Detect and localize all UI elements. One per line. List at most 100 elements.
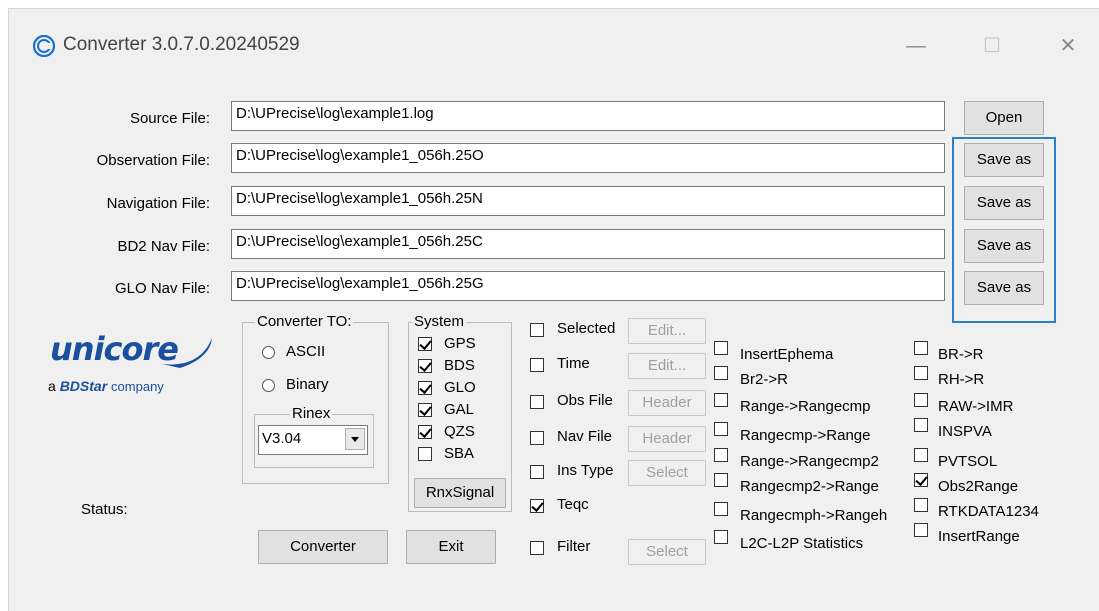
system-label: QZS bbox=[444, 423, 475, 440]
option-checkbox[interactable] bbox=[530, 395, 544, 409]
col2-label: InsertRange bbox=[938, 528, 1020, 545]
col2-label: INSPVA bbox=[938, 423, 992, 440]
col2-checkbox[interactable] bbox=[914, 393, 928, 407]
col1-checkbox[interactable] bbox=[714, 341, 728, 355]
title-bar: Converter 3.0.7.0.20240529 — ☐ ✕ bbox=[9, 9, 1099, 83]
open-button[interactable]: Open bbox=[964, 101, 1044, 135]
file-label: Observation File: bbox=[96, 152, 210, 169]
file-label: Navigation File: bbox=[106, 195, 210, 212]
option-checkbox[interactable] bbox=[530, 465, 544, 479]
rnx-signal-button[interactable]: RnxSignal bbox=[414, 478, 506, 508]
option-checkbox[interactable] bbox=[530, 358, 544, 372]
maximize-button[interactable]: ☐ bbox=[977, 31, 1007, 61]
col2-checkbox[interactable] bbox=[914, 366, 928, 380]
window-title: Converter 3.0.7.0.20240529 bbox=[63, 34, 300, 55]
option-checkbox[interactable] bbox=[530, 541, 544, 555]
chevron-down-icon[interactable] bbox=[345, 428, 365, 450]
close-button[interactable]: ✕ bbox=[1053, 31, 1083, 61]
col2-checkbox[interactable] bbox=[914, 473, 928, 487]
option-button[interactable]: Header bbox=[628, 426, 706, 452]
col2-label: PVTSOL bbox=[938, 453, 998, 470]
status-label: Status: bbox=[81, 501, 128, 518]
system-checkbox-glo[interactable] bbox=[418, 381, 432, 395]
option-button[interactable]: Select bbox=[628, 539, 706, 565]
col1-checkbox[interactable] bbox=[714, 366, 728, 380]
app-icon bbox=[33, 35, 55, 57]
radio-ascii-label: ASCII bbox=[286, 343, 326, 360]
file-label: BD2 Nav File: bbox=[117, 238, 210, 255]
col1-label: L2C-L2P Statistics bbox=[740, 535, 864, 552]
option-label: Obs File bbox=[557, 392, 613, 409]
unicore-logo: unicore a BDStar company bbox=[48, 330, 220, 400]
file-path-input[interactable]: D:\UPrecise\log\example1_056h.25C bbox=[231, 229, 945, 259]
file-path-input[interactable]: D:\UPrecise\log\example1_056h.25G bbox=[231, 271, 945, 301]
option-label: Ins Type bbox=[557, 462, 614, 479]
radio-ascii[interactable] bbox=[262, 346, 275, 359]
option-label: Selected bbox=[557, 320, 616, 337]
col1-checkbox[interactable] bbox=[714, 393, 728, 407]
tagline-suffix: company bbox=[111, 379, 164, 394]
col2-checkbox[interactable] bbox=[914, 498, 928, 512]
option-checkbox[interactable] bbox=[530, 499, 544, 513]
rinex-version-value: V3.04 bbox=[262, 430, 302, 447]
option-label: Teqc bbox=[557, 496, 589, 513]
converter-button[interactable]: Converter bbox=[258, 530, 388, 564]
col1-label: Br2->R bbox=[740, 371, 788, 388]
col2-checkbox[interactable] bbox=[914, 418, 928, 432]
file-label: GLO Nav File: bbox=[114, 280, 210, 297]
col1-label: Range->Rangecmp bbox=[740, 398, 871, 415]
rinex-legend: Rinex bbox=[290, 405, 333, 422]
system-legend: System bbox=[412, 313, 467, 330]
option-checkbox[interactable] bbox=[530, 323, 544, 337]
minimize-button[interactable]: — bbox=[901, 31, 931, 61]
converter-to-legend: Converter TO: bbox=[255, 313, 354, 330]
radio-binary-label: Binary bbox=[286, 376, 329, 393]
logo-swoosh-icon bbox=[162, 338, 212, 368]
option-button[interactable]: Edit... bbox=[628, 353, 706, 379]
system-checkbox-qzs[interactable] bbox=[418, 425, 432, 439]
col2-checkbox[interactable] bbox=[914, 448, 928, 462]
col1-label: Rangecmp2->Range bbox=[740, 478, 879, 495]
rinex-version-select[interactable]: V3.04 bbox=[258, 425, 368, 455]
option-label: Time bbox=[557, 355, 590, 372]
radio-binary[interactable] bbox=[262, 379, 275, 392]
option-checkbox[interactable] bbox=[530, 431, 544, 445]
col2-label: RAW->IMR bbox=[938, 398, 1014, 415]
system-checkbox-sba[interactable] bbox=[418, 447, 432, 461]
col1-checkbox[interactable] bbox=[714, 502, 728, 516]
col2-checkbox[interactable] bbox=[914, 523, 928, 537]
col1-checkbox[interactable] bbox=[714, 448, 728, 462]
col1-label: Rangecmp->Range bbox=[740, 427, 871, 444]
col1-label: InsertEphema bbox=[740, 346, 834, 363]
col2-checkbox[interactable] bbox=[914, 341, 928, 355]
col2-label: RTKDATA1234 bbox=[938, 503, 1039, 520]
col1-checkbox[interactable] bbox=[714, 530, 728, 544]
system-label: GPS bbox=[444, 335, 476, 352]
exit-button[interactable]: Exit bbox=[406, 530, 496, 564]
option-button[interactable]: Header bbox=[628, 390, 706, 416]
col2-label: BR->R bbox=[938, 346, 984, 363]
file-path-input[interactable]: D:\UPrecise\log\example1_056h.25N bbox=[231, 186, 945, 216]
option-label: Filter bbox=[557, 538, 591, 555]
col2-label: RH->R bbox=[938, 371, 985, 388]
system-checkbox-bds[interactable] bbox=[418, 359, 432, 373]
option-label: Nav File bbox=[557, 428, 613, 445]
tagline-brand: BDStar bbox=[59, 378, 108, 394]
logo-tagline: a BDStar company bbox=[48, 378, 164, 394]
col2-label: Obs2Range bbox=[938, 478, 1019, 495]
system-checkbox-gps[interactable] bbox=[418, 337, 432, 351]
logo-brand: unicore bbox=[50, 330, 179, 368]
system-label: GAL bbox=[444, 401, 475, 418]
option-button[interactable]: Edit... bbox=[628, 318, 706, 344]
option-button[interactable]: Select bbox=[628, 460, 706, 486]
converter-window: Converter 3.0.7.0.20240529 — ☐ ✕ bbox=[8, 8, 1099, 611]
system-label: GLO bbox=[444, 379, 476, 396]
file-path-input[interactable]: D:\UPrecise\log\example1_056h.25O bbox=[231, 143, 945, 173]
file-label: Source File: bbox=[129, 110, 210, 127]
file-path-input[interactable]: D:\UPrecise\log\example1.log bbox=[231, 101, 945, 131]
col1-label: Range->Rangecmp2 bbox=[740, 453, 879, 470]
system-checkbox-gal[interactable] bbox=[418, 403, 432, 417]
col1-checkbox[interactable] bbox=[714, 473, 728, 487]
tagline-prefix: a bbox=[48, 378, 56, 394]
col1-checkbox[interactable] bbox=[714, 422, 728, 436]
